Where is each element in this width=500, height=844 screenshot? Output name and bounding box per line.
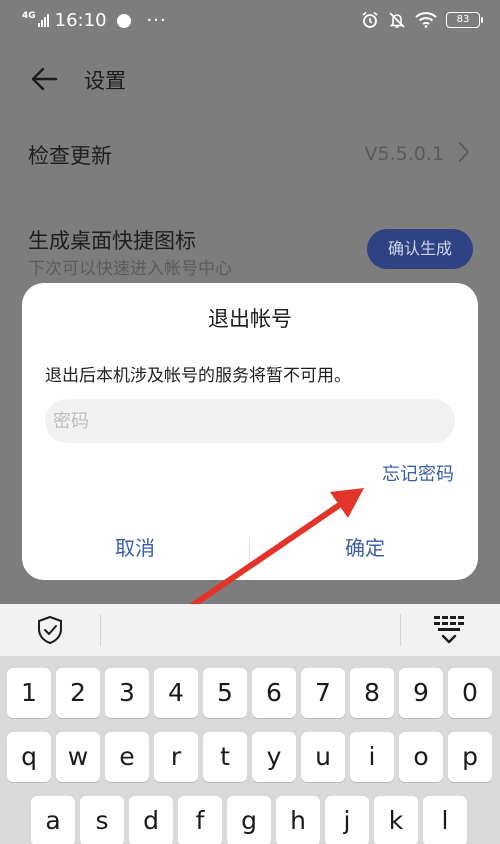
- wifi-icon: [415, 12, 437, 28]
- key-0[interactable]: 0: [448, 668, 492, 718]
- key-i[interactable]: i: [350, 732, 394, 782]
- dialog-actions: 取消 确定: [22, 523, 478, 573]
- more-notifications: ···: [146, 10, 167, 31]
- key-4[interactable]: 4: [154, 668, 198, 718]
- key-g[interactable]: g: [227, 796, 271, 844]
- action-divider: [249, 537, 250, 561]
- app-bar: 设置: [0, 56, 500, 102]
- signal-icon: [37, 14, 49, 27]
- check-update-row[interactable]: 检查更新 V5.5.0.1: [0, 130, 500, 180]
- key-1[interactable]: 1: [7, 668, 51, 718]
- key-y[interactable]: y: [252, 732, 296, 782]
- key-3[interactable]: 3: [105, 668, 149, 718]
- key-o[interactable]: o: [399, 732, 443, 782]
- confirm-button[interactable]: 确定: [252, 523, 478, 573]
- logout-dialog: 退出帐号 退出后本机涉及帐号的服务将暂不可用。 忘记密码 取消 确定: [22, 283, 478, 580]
- key-q[interactable]: q: [7, 732, 51, 782]
- keyboard-toolbar: [0, 604, 500, 656]
- key-r[interactable]: r: [154, 732, 198, 782]
- key-p[interactable]: p: [448, 732, 492, 782]
- key-e[interactable]: e: [105, 732, 149, 782]
- key-u[interactable]: u: [301, 732, 345, 782]
- chevron-right-icon: [459, 142, 469, 162]
- status-time: 16:10: [54, 10, 107, 31]
- dialog-title: 退出帐号: [208, 307, 292, 331]
- hide-keyboard-icon[interactable]: [432, 614, 468, 648]
- check-update-label: 检查更新: [28, 144, 112, 168]
- key-w[interactable]: w: [56, 732, 100, 782]
- status-left: 4G 16:10 ···: [22, 10, 167, 31]
- battery-indicator: 83: [446, 12, 483, 28]
- back-arrow-icon[interactable]: [30, 66, 58, 92]
- key-9[interactable]: 9: [399, 668, 443, 718]
- key-8[interactable]: 8: [350, 668, 394, 718]
- version-value: V5.5.0.1: [364, 143, 444, 165]
- key-d[interactable]: d: [129, 796, 173, 844]
- key-s[interactable]: s: [80, 796, 124, 844]
- key-a[interactable]: a: [31, 796, 75, 844]
- password-field[interactable]: [45, 399, 455, 443]
- toolbar-divider-right: [400, 614, 401, 646]
- shortcut-subtitle: 下次可以快速进入帐号中心: [28, 259, 232, 279]
- status-right: 83: [361, 11, 483, 29]
- status-bar: 4G 16:10 ··· 83: [0, 0, 500, 44]
- key-h[interactable]: h: [276, 796, 320, 844]
- key-j[interactable]: j: [325, 796, 369, 844]
- key-5[interactable]: 5: [203, 668, 247, 718]
- key-l[interactable]: l: [423, 796, 467, 844]
- notification-icon: [116, 13, 131, 28]
- confirm-generate-button[interactable]: 确认生成: [367, 229, 473, 269]
- shortcut-label: 生成桌面快捷图标: [28, 229, 196, 253]
- page-title: 设置: [84, 69, 126, 93]
- key-6[interactable]: 6: [252, 668, 296, 718]
- toolbar-divider-left: [100, 614, 101, 646]
- mute-icon: [389, 12, 405, 28]
- dialog-message: 退出后本机涉及帐号的服务将暂不可用。: [45, 366, 351, 386]
- alarm-icon: [362, 11, 378, 28]
- shortcut-row: 生成桌面快捷图标 下次可以快速进入帐号中心 确认生成: [0, 218, 500, 279]
- forgot-password-link[interactable]: 忘记密码: [382, 460, 454, 486]
- key-k[interactable]: k: [374, 796, 418, 844]
- soft-keyboard: 1 2 3 4 5 6 7 8 9 0 q w e r t y u i o p …: [0, 656, 500, 844]
- key-2[interactable]: 2: [56, 668, 100, 718]
- secure-keyboard-shield-icon[interactable]: [36, 615, 64, 645]
- key-f[interactable]: f: [178, 796, 222, 844]
- key-7[interactable]: 7: [301, 668, 345, 718]
- network-type: 4G: [22, 11, 36, 21]
- key-t[interactable]: t: [203, 732, 247, 782]
- cancel-button[interactable]: 取消: [22, 523, 248, 573]
